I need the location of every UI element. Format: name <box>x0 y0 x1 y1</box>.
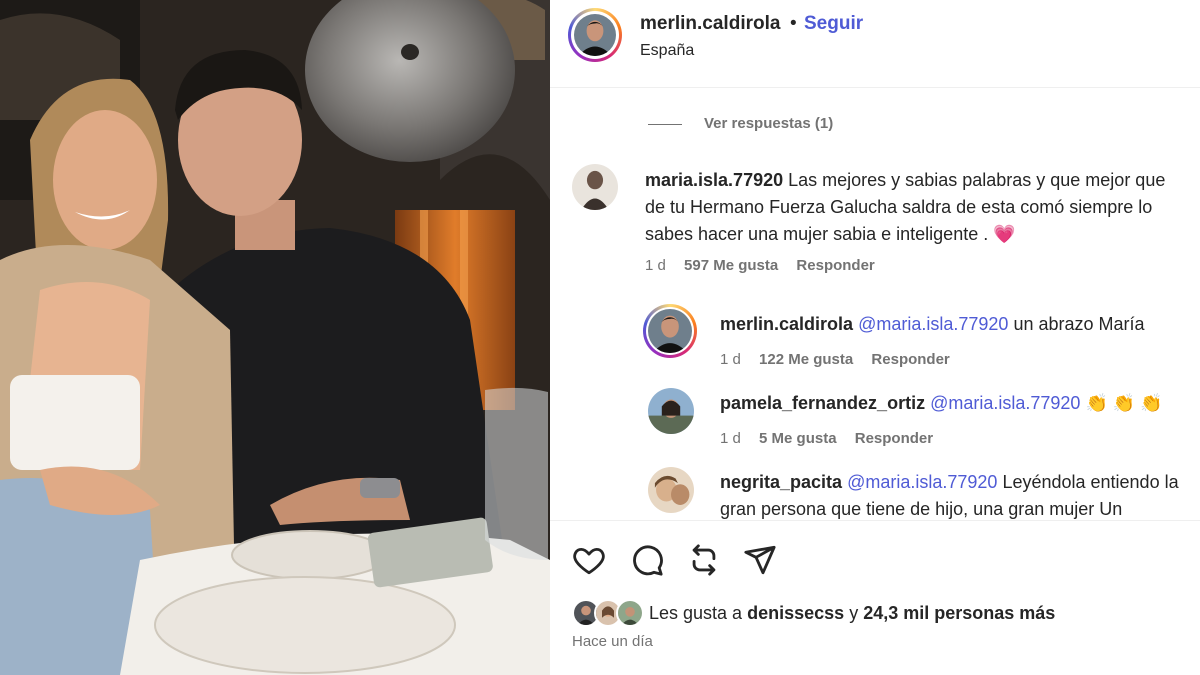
author-username[interactable]: merlin.caldirola <box>640 13 780 35</box>
reply-time: 1 d <box>720 430 741 447</box>
post-header: merlin.caldirola • Seguir España <box>550 0 1200 88</box>
reply-text: negrita_pacita @maria.isla.77920 Leyéndo… <box>720 469 1190 519</box>
comments-list[interactable]: Ver respuestas (1) maria.isla.77920 Las … <box>550 89 1200 519</box>
author-avatar[interactable] <box>568 8 622 62</box>
liker-avatar <box>616 599 644 627</box>
view-replies-label: Ver respuestas (1) <box>704 115 834 132</box>
reply-reply-button[interactable]: Responder <box>855 430 933 447</box>
likes-joiner: y <box>849 603 859 623</box>
liker-username[interactable]: denissecss <box>747 603 844 623</box>
reply-username[interactable]: pamela_fernandez_ortiz <box>720 393 925 413</box>
reply-time: 1 d <box>720 351 741 368</box>
heart-icon[interactable] <box>572 543 606 577</box>
reply-reply-button[interactable]: Responder <box>871 351 949 368</box>
comment-likes[interactable]: 597 Me gusta <box>684 257 778 274</box>
comment-avatar[interactable] <box>572 164 618 210</box>
reply-mention[interactable]: @maria.isla.77920 <box>847 472 997 492</box>
separator-dot: • <box>790 13 797 34</box>
send-icon[interactable] <box>743 543 777 577</box>
follow-button[interactable]: Seguir <box>804 13 863 35</box>
post-photo[interactable] <box>0 0 550 675</box>
post-location[interactable]: España <box>640 42 694 60</box>
reply-avatar[interactable] <box>643 304 697 358</box>
comment-reply-button[interactable]: Responder <box>796 257 874 274</box>
reply-likes[interactable]: 5 Me gusta <box>759 430 837 447</box>
replies-divider <box>648 123 682 125</box>
reply-avatar[interactable] <box>648 467 694 513</box>
reply-body: un abrazo María <box>1013 314 1145 334</box>
post-actions: Les gusta a denissecss y 24,3 mil person… <box>550 520 1200 675</box>
reply-text: pamela_fernandez_ortiz @maria.isla.77920… <box>720 390 1190 417</box>
reply-mention[interactable]: @maria.isla.77920 <box>858 314 1008 334</box>
view-replies-button[interactable]: Ver respuestas (1) <box>648 115 833 132</box>
reply-username[interactable]: negrita_pacita <box>720 472 842 492</box>
post-time: Hace un día <box>572 633 653 650</box>
reply-meta: 1 d 122 Me gusta Responder <box>720 351 964 368</box>
post-panel: merlin.caldirola • Seguir España Ver res… <box>550 0 1200 675</box>
reply-text: merlin.caldirola @maria.isla.77920 un ab… <box>720 311 1190 338</box>
comment-username[interactable]: maria.isla.77920 <box>645 170 783 190</box>
clap-emojis: 👏 👏 👏 <box>1085 393 1163 413</box>
reply-mention[interactable]: @maria.isla.77920 <box>930 393 1080 413</box>
comment-icon[interactable] <box>630 543 664 577</box>
likes-summary: Les gusta a denissecss y 24,3 mil person… <box>649 603 1055 624</box>
reply-username[interactable]: merlin.caldirola <box>720 314 853 334</box>
likes-prefix: Les gusta a <box>649 603 743 623</box>
heart-emoji: 💗 <box>993 224 1016 244</box>
repost-icon[interactable] <box>687 543 721 577</box>
likes-count[interactable]: 24,3 mil personas más <box>863 603 1055 623</box>
reply-likes[interactable]: 122 Me gusta <box>759 351 853 368</box>
reply-avatar[interactable] <box>648 388 694 434</box>
comment-time: 1 d <box>645 257 666 274</box>
comment-meta: 1 d 597 Me gusta Responder <box>645 257 889 274</box>
reply-meta: 1 d 5 Me gusta Responder <box>720 430 947 447</box>
comment-text: maria.isla.77920 Las mejores y sabias pa… <box>645 167 1190 248</box>
